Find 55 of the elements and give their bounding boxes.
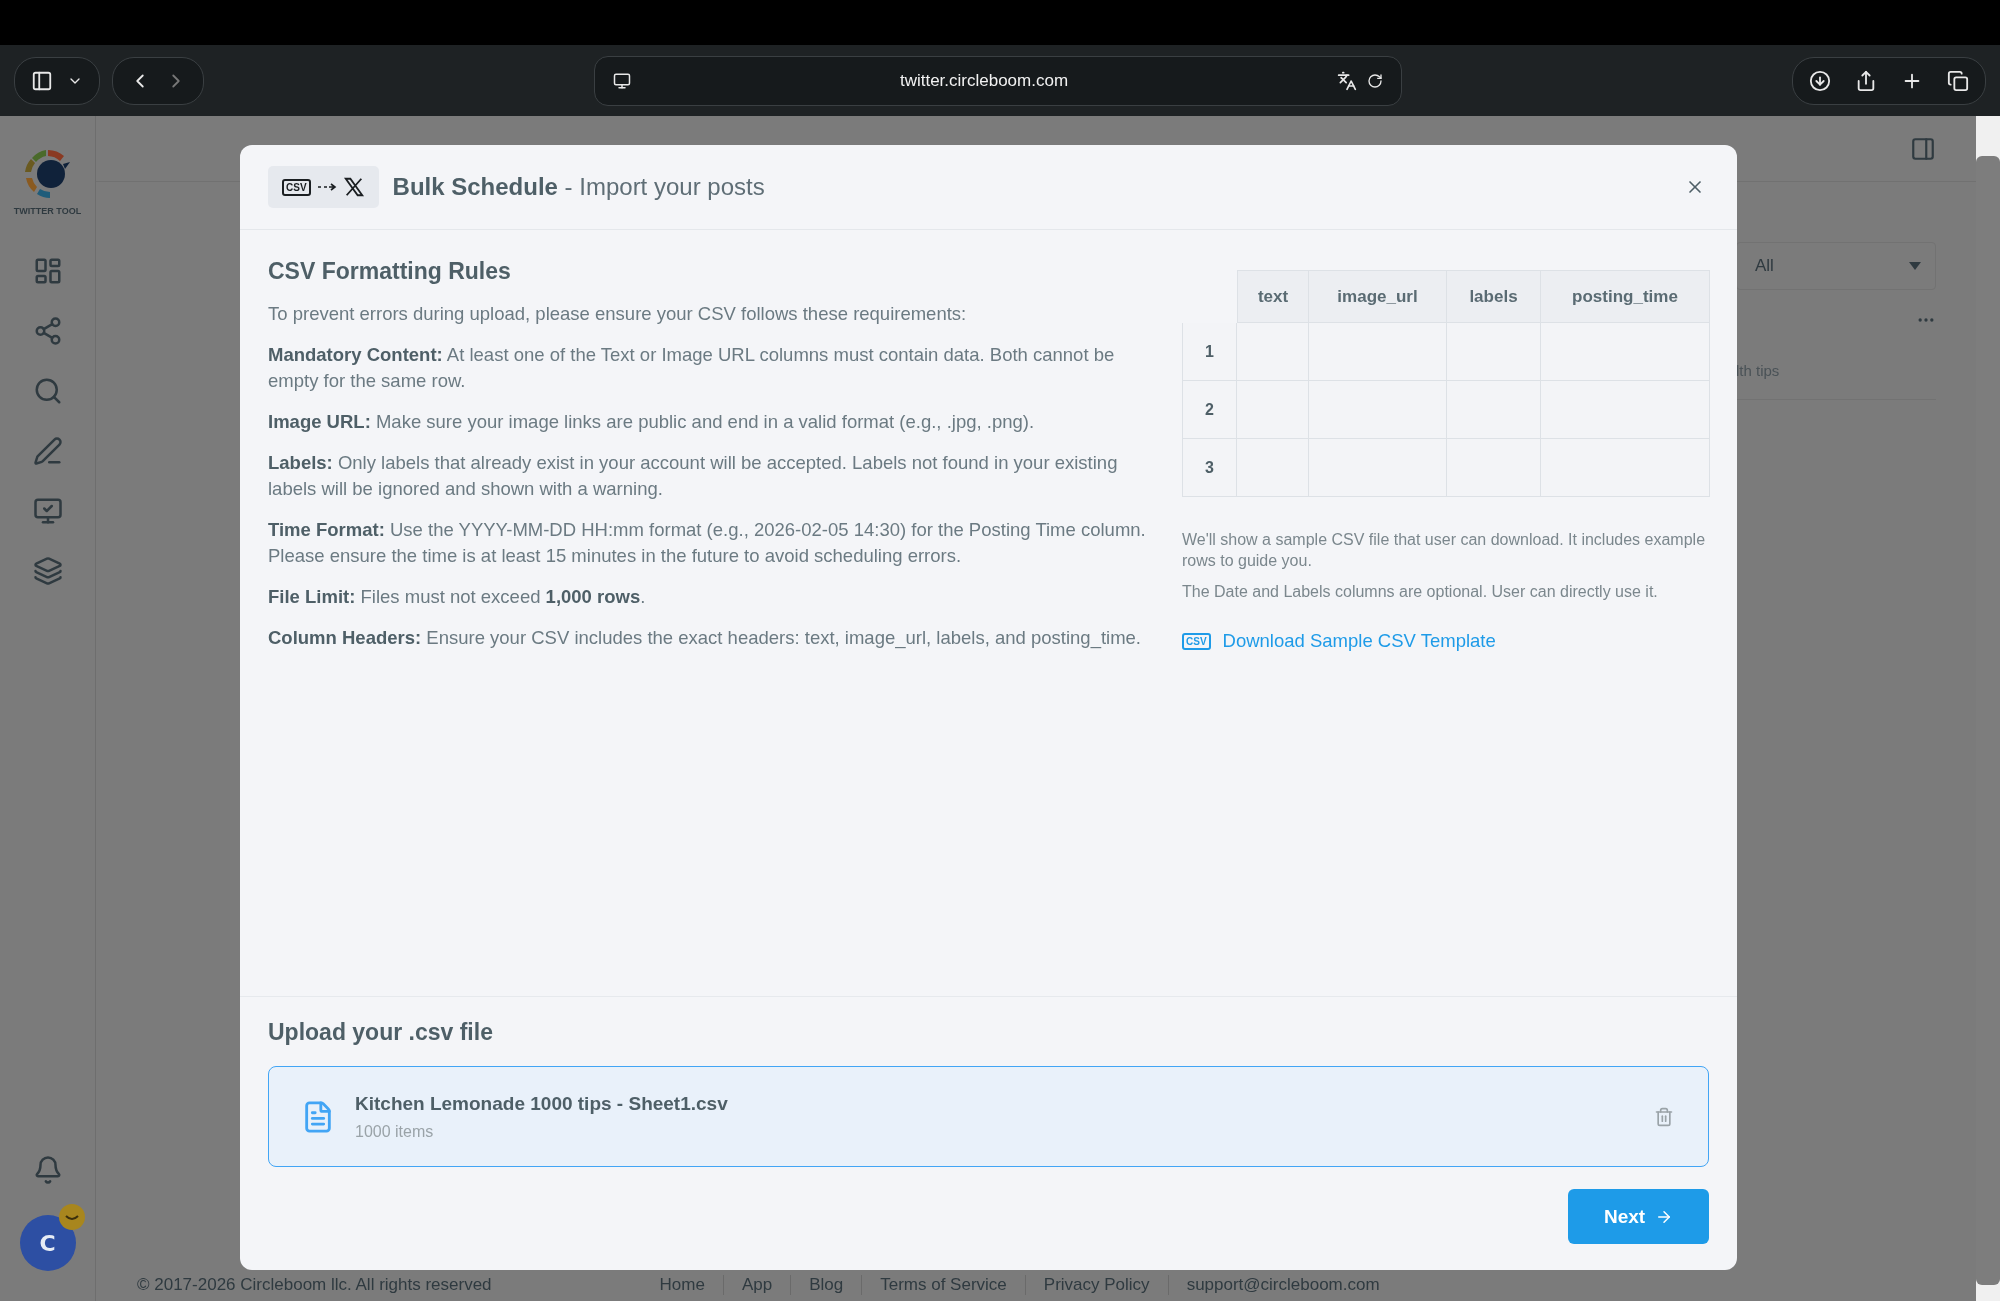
scheduled-icon[interactable] <box>32 496 63 526</box>
column-header: image_url <box>1309 270 1447 323</box>
rules-heading: CSV Formatting Rules <box>268 258 512 285</box>
rule-text: Time Format: Use the YYYY-MM-DD HH:mm format (e.g., 2026-02-05 14:30) for the Posting Time column. Please ensure the time is at least 15 minutes in the future to avoid scheduling errors. <box>268 518 1147 568</box>
column-header: posting_time <box>1541 270 1710 323</box>
arrow-icon <box>316 182 337 192</box>
footer-link[interactable]: App <box>722 1275 791 1295</box>
column-header: labels <box>1447 270 1541 323</box>
upload-heading: Upload your .csv file <box>268 1019 494 1046</box>
note-text: The Date and Labels columns are optional. User can directly use it. <box>1182 582 1659 602</box>
csv-file-icon: CSV <box>1182 632 1211 650</box>
rule-text: Mandatory Content: At least one of the Text or Image URL columns must contain data. Both cannot be empty for the same row. <box>268 343 1116 393</box>
sidebar-menu-button[interactable] <box>14 56 100 105</box>
trash-icon <box>1654 1106 1674 1127</box>
logo-caption: TWITTER TOOL <box>13 206 82 216</box>
copyright-text: © 2017-2026 Circleboom llc. All rights reserved <box>137 1275 492 1295</box>
sidebar-icon <box>31 69 53 92</box>
file-name: Kitchen Lemonade 1000 tips - Sheet1.csv <box>355 1092 728 1115</box>
rules-intro: To prevent errors during upload, please ensure your CSV follows these requirements: <box>268 302 968 326</box>
rule-text: File Limit: Files must not exceed 1,000 rows. <box>268 585 647 609</box>
reload-icon[interactable] <box>1367 72 1383 89</box>
copies-icon[interactable] <box>32 556 63 586</box>
footer-link[interactable]: Home <box>641 1275 723 1295</box>
rule-text: Labels: Only labels that already exist in your account will be accepted. Labels not found in your existing labels will be ignored and shown with a warning. <box>268 451 1119 501</box>
file-item-count: 1000 items <box>355 1122 435 1141</box>
footer-link[interactable]: Terms of Service <box>861 1275 1025 1295</box>
share-icon[interactable] <box>1855 69 1877 92</box>
translate-icon[interactable] <box>1337 70 1357 91</box>
smiley-icon <box>57 1203 86 1231</box>
caret-icon <box>1909 262 1921 270</box>
note-text: We'll show a sample CSV file that user can download. It includes example rows to guide you. <box>1182 530 1707 571</box>
column-header: text <box>1237 270 1309 323</box>
next-button[interactable]: Next <box>1568 1189 1709 1244</box>
dialog-title: Bulk Schedule - Import your posts <box>392 173 765 201</box>
row-number: 3 <box>1182 439 1237 497</box>
scrollbar-thumb[interactable] <box>1976 156 2000 1285</box>
navigation-buttons[interactable] <box>112 56 204 105</box>
footer-link[interactable]: Blog <box>790 1275 862 1295</box>
download-icon[interactable] <box>1809 69 1831 92</box>
rule-text: Column Headers: Ensure your CSV includes the exact headers: text, image_url, labels, and posting_time. <box>268 626 1142 651</box>
csv-icon: CSV <box>282 178 311 196</box>
page-icon <box>613 71 631 90</box>
url-text: twitter.circleboom.com <box>898 70 1070 91</box>
x-logo-icon <box>342 176 365 198</box>
download-template-link[interactable]: CSV Download Sample CSV Template <box>1182 630 1710 652</box>
row-number: 1 <box>1182 323 1237 381</box>
footer-link[interactable]: Privacy Policy <box>1024 1275 1168 1295</box>
footer-link[interactable]: support@circleboom.com <box>1167 1275 1398 1295</box>
address-bar[interactable]: twitter.circleboom.com <box>594 55 1402 106</box>
tabs-icon[interactable] <box>1947 69 1969 92</box>
rule-text: Image URL: Make sure your image links are public and end in a valid format (e.g., .jpg, .png). <box>268 410 1036 434</box>
panel-toggle-icon[interactable] <box>1910 135 1936 162</box>
row-number: 2 <box>1182 381 1237 439</box>
user-avatar[interactable]: C <box>19 1215 76 1271</box>
pen-icon[interactable] <box>32 436 63 466</box>
